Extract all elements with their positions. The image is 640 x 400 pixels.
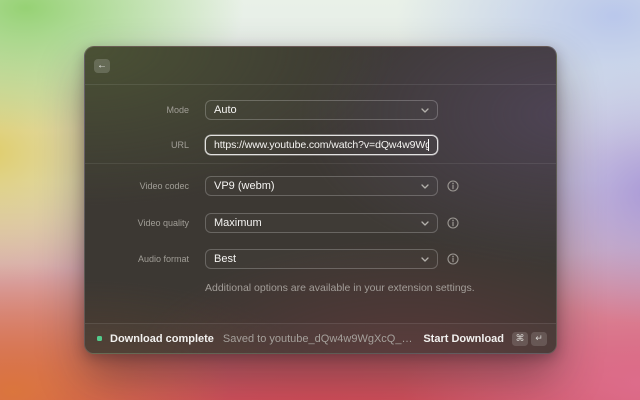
- back-button[interactable]: ←: [94, 59, 110, 73]
- status-bar: Download complete Saved to youtube_dQw4w…: [85, 323, 556, 353]
- video-codec-label: Video codec: [85, 181, 189, 191]
- status-detail: Saved to youtube_dQw4w9WgXcQ_1920×1080_v…: [223, 333, 415, 345]
- chevron-down-icon: [421, 257, 429, 262]
- text-cursor: [428, 139, 429, 151]
- chevron-down-icon: [421, 221, 429, 226]
- form-row-mode: Mode Auto: [85, 100, 556, 120]
- back-arrow-icon: ←: [97, 61, 107, 71]
- settings-note: Additional options are available in your…: [85, 282, 556, 294]
- form-row-url: URL https://www.youtube.com/watch?v=dQw4…: [85, 135, 556, 155]
- chevron-down-icon: [421, 184, 429, 189]
- audio-format-value: Best: [214, 253, 415, 265]
- window-header: ←: [85, 47, 556, 85]
- audio-format-dropdown[interactable]: Best: [205, 249, 438, 269]
- mode-dropdown[interactable]: Auto: [205, 100, 438, 120]
- status-text: Download complete: [110, 333, 214, 345]
- section-divider: [85, 163, 556, 164]
- video-codec-value: VP9 (webm): [214, 180, 415, 192]
- info-icon[interactable]: [447, 217, 459, 229]
- video-quality-dropdown[interactable]: Maximum: [205, 213, 438, 233]
- url-input[interactable]: https://www.youtube.com/watch?v=dQw4w9Wg…: [205, 135, 438, 155]
- app-window: ← Mode Auto URL https://www.youtube.com/…: [84, 46, 557, 354]
- start-download-button[interactable]: Start Download: [423, 333, 504, 345]
- shortcut-hint: ⌘ ↵: [512, 332, 547, 346]
- form-row-video-quality: Video quality Maximum: [85, 213, 556, 233]
- chevron-down-icon: [421, 108, 429, 113]
- info-icon[interactable]: [447, 253, 459, 265]
- form-row-audio-format: Audio format Best: [85, 249, 556, 269]
- url-label: URL: [85, 140, 189, 150]
- return-key-icon: ↵: [531, 332, 547, 346]
- form-row-video-codec: Video codec VP9 (webm): [85, 176, 556, 196]
- cmd-key-icon: ⌘: [512, 332, 528, 346]
- audio-format-label: Audio format: [85, 254, 189, 264]
- video-quality-value: Maximum: [214, 217, 415, 229]
- video-quality-label: Video quality: [85, 218, 189, 228]
- status-dot-icon: [97, 336, 102, 341]
- url-value: https://www.youtube.com/watch?v=dQw4w9Wg…: [214, 139, 428, 151]
- video-codec-dropdown[interactable]: VP9 (webm): [205, 176, 438, 196]
- info-icon[interactable]: [447, 180, 459, 192]
- mode-value: Auto: [214, 104, 415, 116]
- mode-label: Mode: [85, 105, 189, 115]
- form: Mode Auto URL https://www.youtube.com/wa…: [85, 85, 556, 294]
